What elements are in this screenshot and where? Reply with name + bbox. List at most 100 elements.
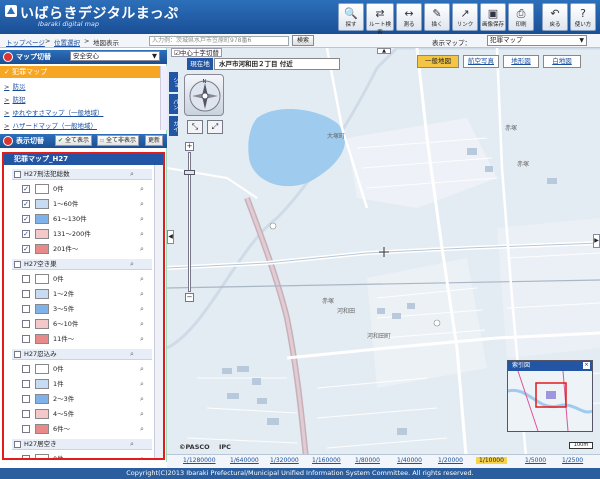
group-checkbox[interactable] <box>14 441 21 448</box>
zoom-out-button[interactable]: − <box>185 293 194 302</box>
layer-legend-row[interactable]: 0件 ⌕ <box>22 452 152 458</box>
layer-checkbox[interactable]: ✓ <box>22 185 30 193</box>
zoom-slider-handle[interactable] <box>184 170 195 175</box>
scale-option[interactable]: 1/1280000 <box>183 457 216 464</box>
scale-option[interactable]: 1/2500 <box>562 457 583 464</box>
center-crosshair-toggle[interactable]: ☑中心十字切替 <box>171 48 222 57</box>
refresh-button[interactable]: 更新 <box>145 135 164 146</box>
side-tab-3[interactable]: ガイ <box>169 116 178 136</box>
layer-group-header[interactable]: H27空き巣 ⌕ <box>12 259 152 270</box>
zoom-to-icon[interactable]: ⌕ <box>140 422 144 436</box>
layer-legend-row[interactable]: 11件〜 ⌕ <box>22 332 152 346</box>
side-tab-2[interactable]: パン <box>169 94 178 114</box>
group-checkbox[interactable] <box>14 171 21 178</box>
layer-checkbox[interactable] <box>22 365 30 373</box>
scale-option[interactable]: 1/40000 <box>397 457 422 464</box>
layer-checkbox[interactable]: ✓ <box>22 230 30 238</box>
layer-legend-row[interactable]: 3〜5件 ⌕ <box>22 302 152 316</box>
layer-legend-row[interactable]: 4〜5件 ⌕ <box>22 407 152 421</box>
scale-option[interactable]: 1/20000 <box>438 457 463 464</box>
layer-checkbox[interactable]: ✓ <box>22 215 30 223</box>
zoom-to-icon[interactable]: ⌕ <box>140 392 144 406</box>
layer-checkbox[interactable] <box>22 320 30 328</box>
layer-legend-row[interactable]: 2〜3件 ⌕ <box>22 392 152 406</box>
zoom-to-icon[interactable]: ⌕ <box>140 272 144 286</box>
layer-checkbox[interactable] <box>22 425 30 433</box>
breadcrumb-search-link[interactable]: 位置選択 <box>54 37 80 47</box>
zoom-out-box-button[interactable]: ⤢ <box>207 120 223 134</box>
map-canvas[interactable]: 大塚町 赤塚 河和田 赤塚 河和田町 赤塚 ☑中心十字切替 現在地 水戸市河和田… <box>167 48 600 468</box>
layer-legend-row[interactable]: 0件 ⌕ <box>22 272 152 286</box>
zoom-to-icon[interactable]: ⌕ <box>130 169 134 180</box>
scale-option[interactable]: 1/5000 <box>525 457 546 464</box>
sidebar-item-hazard-map[interactable]: > ハザードマップ（一般地域） <box>4 120 97 130</box>
zoom-to-icon[interactable]: ⌕ <box>140 197 144 211</box>
zoom-to-icon[interactable]: ⌕ <box>140 317 144 331</box>
save-image-button[interactable]: ▣ 画像保存 <box>480 3 506 31</box>
layer-legend-row[interactable]: 0件 ⌕ <box>22 362 152 376</box>
group-checkbox[interactable] <box>14 351 21 358</box>
zoom-to-icon[interactable]: ⌕ <box>140 377 144 391</box>
scale-option[interactable]: 1/10000 <box>476 457 507 464</box>
search-tool-button[interactable]: 🔍 探す <box>338 3 364 31</box>
map-select-dropdown[interactable]: 犯罪マップ ▼ <box>487 35 587 46</box>
overview-close-icon[interactable]: × <box>583 362 590 369</box>
overview-map[interactable]: 索引図 × <box>507 360 593 432</box>
hide-all-button[interactable]: ▫ 全て非表示 <box>97 135 140 146</box>
zoom-to-icon[interactable]: ⌕ <box>130 349 134 360</box>
layer-legend-row[interactable]: 6件〜 ⌕ <box>22 422 152 436</box>
layer-group-header[interactable]: H27刑法犯総数 ⌕ <box>12 169 152 180</box>
zoom-to-icon[interactable]: ⌕ <box>140 182 144 196</box>
tab-terrain-map[interactable]: 地形図 <box>503 55 539 68</box>
layer-checkbox[interactable] <box>22 395 30 403</box>
theme-select-dropdown[interactable]: 安全安心 ▼ <box>70 51 160 61</box>
menu-scrollbar[interactable] <box>160 66 167 130</box>
layer-checkbox[interactable] <box>22 275 30 283</box>
layer-legend-row[interactable]: ✓ 131〜200件 ⌕ <box>22 227 152 241</box>
help-button[interactable]: ? 使い方 <box>570 3 596 31</box>
group-checkbox[interactable] <box>14 261 21 268</box>
layer-checkbox[interactable] <box>22 290 30 298</box>
tab-aerial-photo[interactable]: 航空写真 <box>463 55 499 68</box>
scale-option[interactable]: 1/80000 <box>355 457 380 464</box>
zoom-to-icon[interactable]: ⌕ <box>140 287 144 301</box>
address-search-button[interactable]: 検索 <box>292 35 314 46</box>
layer-legend-row[interactable]: ✓ 0件 ⌕ <box>22 182 152 196</box>
collapse-sidebar-arrow[interactable]: ◀ <box>167 230 174 244</box>
zoom-to-icon[interactable]: ⌕ <box>140 452 144 458</box>
sidebar-item-shake-map[interactable]: > ゆれやすさマップ（一般地域） <box>4 107 103 117</box>
layer-legend-row[interactable]: ✓ 201件〜 ⌕ <box>22 242 152 256</box>
zoom-to-icon[interactable]: ⌕ <box>140 227 144 241</box>
zoom-in-button[interactable]: + <box>185 142 194 151</box>
sidebar-item-crime-prevention[interactable]: > 防犯 <box>4 94 25 104</box>
link-button[interactable]: ↗ リンク <box>452 3 478 31</box>
layer-checkbox[interactable] <box>22 455 30 458</box>
zoom-to-icon[interactable]: ⌕ <box>140 242 144 256</box>
address-search-input[interactable]: 入力例：茨城県水戸市笠原町978番6 <box>149 36 289 46</box>
measure-button[interactable]: ↔ 測る <box>396 3 422 31</box>
collapse-top-arrow[interactable]: ▲ <box>377 48 391 54</box>
zoom-to-icon[interactable]: ⌕ <box>130 439 134 450</box>
layer-legend-row[interactable]: ✓ 61〜130件 ⌕ <box>22 212 152 226</box>
zoom-to-icon[interactable]: ⌕ <box>140 302 144 316</box>
layer-legend-row[interactable]: 6〜10件 ⌕ <box>22 317 152 331</box>
layer-legend-row[interactable]: 1〜2件 ⌕ <box>22 287 152 301</box>
draw-button[interactable]: ✎ 描く <box>424 3 450 31</box>
sidebar-item-crime-map[interactable]: ✓ 犯罪マップ <box>0 66 160 78</box>
layer-legend-row[interactable]: ✓ 1〜60件 ⌕ <box>22 197 152 211</box>
zoom-box-button[interactable]: ⤡ <box>187 120 203 134</box>
side-tab-1[interactable]: ショ <box>169 72 178 92</box>
breadcrumb-top-link[interactable]: トップページ <box>6 37 45 47</box>
layer-checkbox[interactable] <box>22 305 30 313</box>
tab-general-map[interactable]: 一般地図 <box>417 55 459 68</box>
layer-legend-row[interactable]: 1件 ⌕ <box>22 377 152 391</box>
scale-option[interactable]: 1/160000 <box>312 457 341 464</box>
layer-checkbox[interactable]: ✓ <box>22 200 30 208</box>
back-button[interactable]: ↶ 戻る <box>542 3 568 31</box>
layer-group-header[interactable]: H27居空き ⌕ <box>12 439 152 450</box>
zoom-to-icon[interactable]: ⌕ <box>140 362 144 376</box>
sidebar-item-disaster[interactable]: > 防災 <box>4 81 25 91</box>
layer-scrollbar[interactable] <box>154 165 163 458</box>
layer-group-header[interactable]: H27忍込み ⌕ <box>12 349 152 360</box>
layer-checkbox[interactable] <box>22 410 30 418</box>
